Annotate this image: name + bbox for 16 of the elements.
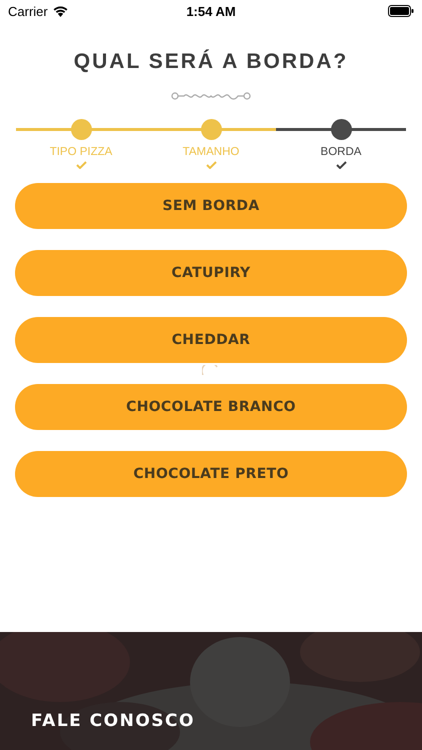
check-icon [206, 161, 216, 169]
battery-icon [388, 5, 414, 17]
wifi-icon [52, 6, 68, 16]
check-icon [336, 161, 346, 169]
check-icon [76, 161, 86, 169]
option-button[interactable]: CATUPIRY [15, 250, 407, 296]
contact-link[interactable]: FALE CONOSCO [31, 711, 195, 731]
ornament-icon [171, 90, 251, 102]
status-time: 1:54 AM [186, 4, 236, 18]
option-button[interactable]: CHOCOLATE PRETO [15, 451, 407, 497]
step-label[interactable]: BORDA [320, 146, 362, 158]
option-button[interactable]: CHOCOLATE BRANCO [15, 384, 407, 430]
option-button[interactable]: CHEDDAR [15, 317, 407, 363]
carrier-label: Carrier [8, 4, 48, 18]
page-title: QUAL SERÁ A BORDA? [72, 50, 350, 74]
option-button[interactable]: SEM BORDA [15, 183, 407, 229]
